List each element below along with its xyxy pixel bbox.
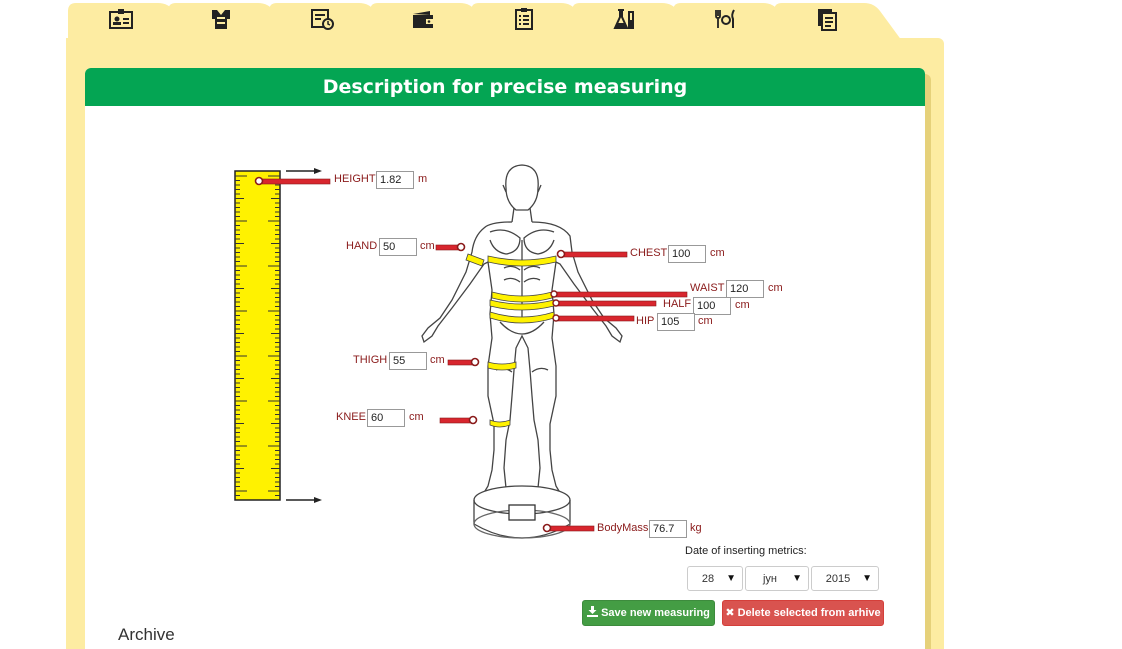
knee-input[interactable]	[367, 409, 405, 427]
hand-unit: cm	[420, 240, 435, 252]
day-select[interactable]: 28 ▼	[687, 566, 743, 591]
half-label: HALF	[663, 298, 692, 310]
chevron-down-icon: ▼	[726, 573, 736, 584]
month-select[interactable]: јун ▼	[745, 566, 809, 591]
thigh-input[interactable]	[389, 352, 427, 370]
lab-flask-icon	[613, 9, 634, 29]
knee-label: KNEE	[336, 411, 366, 423]
bodymass-unit: kg	[690, 522, 702, 534]
id-card-icon	[109, 9, 133, 29]
save-measuring-button[interactable]: Save new measuring	[582, 600, 715, 626]
date-label: Date of inserting metrics:	[685, 545, 807, 557]
knee-unit: cm	[409, 411, 424, 423]
bodymass-input[interactable]	[649, 520, 687, 538]
chevron-down-icon: ▼	[792, 573, 802, 584]
waist-input[interactable]	[726, 280, 764, 298]
save-button-label: Save new measuring	[601, 607, 710, 619]
hand-label: HAND	[346, 240, 378, 252]
chest-unit: cm	[710, 247, 725, 259]
card-title: Description for precise measuring	[85, 68, 925, 106]
hip-unit: cm	[698, 315, 713, 327]
year-select[interactable]: 2015 ▼	[811, 566, 879, 591]
archive-title: Archive	[118, 625, 175, 644]
wallet-icon	[413, 11, 434, 28]
chest-input[interactable]	[668, 245, 706, 263]
app-stage: Description for precise measuring HEIGHT…	[0, 0, 1122, 649]
waist-unit: cm	[768, 282, 783, 294]
half-unit: cm	[735, 299, 750, 311]
body-shirt-icon	[212, 10, 230, 29]
waist-label: WAIST	[690, 282, 725, 294]
height-input[interactable]	[376, 171, 414, 189]
measuring-card: Description for precise measuring	[85, 68, 925, 649]
clipboard-list-icon	[515, 8, 533, 30]
copy-documents-icon	[818, 9, 837, 31]
delete-from-archive-button[interactable]: ✖ Delete selected from arhive	[722, 600, 884, 626]
delete-button-label: Delete selected from arhive	[737, 607, 881, 619]
half-input[interactable]	[693, 297, 731, 315]
hip-label: HIP	[636, 315, 655, 327]
download-icon	[587, 606, 599, 617]
hip-input[interactable]	[657, 313, 695, 331]
food-cutlery-icon	[715, 9, 735, 28]
height-unit: m	[418, 173, 428, 185]
close-icon: ✖	[725, 607, 735, 619]
chest-label: CHEST	[630, 247, 668, 259]
hand-input[interactable]	[379, 238, 417, 256]
height-label: HEIGHT	[334, 173, 376, 185]
calendar-clock-icon	[311, 9, 334, 30]
chevron-down-icon: ▼	[862, 573, 872, 584]
thigh-label: THIGH	[353, 354, 388, 366]
bodymass-label: BodyMass	[597, 522, 649, 534]
tab-documents[interactable]	[774, 3, 902, 41]
thigh-unit: cm	[430, 354, 445, 366]
